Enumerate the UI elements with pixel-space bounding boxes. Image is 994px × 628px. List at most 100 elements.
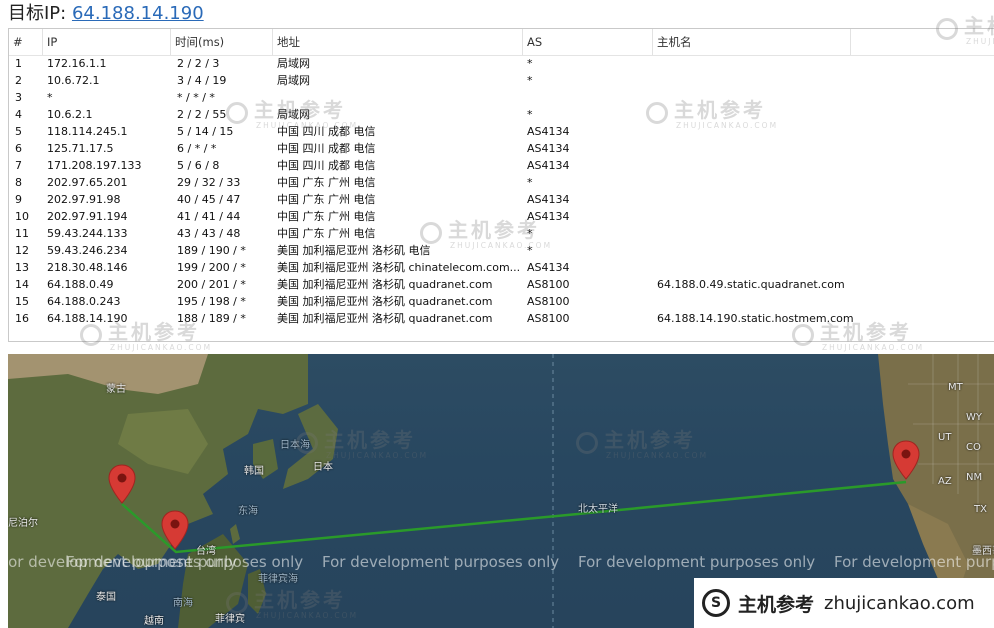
hop-number: 7 — [15, 159, 22, 172]
hop-as: * — [527, 244, 533, 257]
column-header-hostname[interactable]: 主机名 — [653, 29, 851, 55]
table-row[interactable]: 1 172.16.1.1 2 / 2 / 3 局域网 * — [9, 55, 994, 72]
table-row[interactable]: 10 202.97.91.194 41 / 41 / 44 中国 广东 广州 电信 AS… — [9, 208, 994, 225]
hop-number: 15 — [15, 295, 29, 308]
map-pin-chengdu-icon[interactable] — [108, 464, 136, 504]
hop-latency: 188 / 189 / * — [177, 312, 246, 325]
hop-number: 12 — [15, 244, 29, 257]
map-label-korea: 韩国 — [244, 466, 264, 477]
hop-ip: 218.30.48.146 — [47, 261, 128, 274]
table-row[interactable]: 14 64.188.0.49 200 / 201 / * 美国 加利福尼亚州 洛杉矶 … — [9, 276, 994, 293]
hop-number: 16 — [15, 312, 29, 325]
table-row[interactable]: 6 125.71.17.5 6 / * / * 中国 四川 成都 电信 AS4134 — [9, 140, 994, 157]
table-row[interactable]: 4 10.6.2.1 2 / 2 / 55 局域网 * — [9, 106, 994, 123]
column-header-ip[interactable]: IP — [43, 29, 171, 55]
hop-latency: 5 / 14 / 15 — [177, 125, 234, 138]
brand-badge: S 主机参考 zhujicankao.com — [694, 578, 994, 628]
hop-location: 中国 广东 广州 电信 — [277, 210, 376, 223]
map-label-east-sea: 东海 — [238, 506, 258, 517]
map-label-japan-sea: 日本海 — [280, 440, 310, 451]
hop-location: 局域网 — [277, 74, 310, 87]
column-header-address[interactable]: 地址 — [273, 29, 523, 55]
hop-location: 中国 四川 成都 电信 — [277, 125, 376, 138]
map-label-nepal: 尼泊尔 — [8, 518, 38, 529]
table-body: 1 172.16.1.1 2 / 2 / 3 局域网 * 2 10.6.72.1 3 / 4 … — [9, 55, 994, 327]
hop-latency: 2 / 2 / 55 — [177, 108, 227, 121]
dev-notice-3: For development purposes only — [322, 553, 560, 571]
hop-number: 8 — [15, 176, 22, 189]
hop-location: 美国 加利福尼亚州 洛杉矶 chinatelecom.com... — [277, 261, 521, 274]
table-row[interactable]: 16 64.188.14.190 188 / 189 / * 美国 加利福尼亚州 洛杉… — [9, 310, 994, 327]
map-label-japan: 日本 — [313, 462, 333, 473]
map-label-mongolia: 蒙古 — [106, 384, 126, 395]
brand-name: 主机参考 — [738, 593, 815, 616]
hop-ip: 10.6.2.1 — [47, 108, 93, 121]
map-pin-guangzhou-icon[interactable] — [161, 510, 189, 550]
hop-ip: 202.97.91.194 — [47, 210, 128, 223]
map-label-vietnam: 越南 — [144, 616, 164, 627]
hop-as: AS4134 — [527, 159, 570, 172]
hop-ip: 171.208.197.133 — [47, 159, 142, 172]
hop-location: 中国 广东 广州 电信 — [277, 227, 376, 240]
hop-number: 10 — [15, 210, 29, 223]
hop-location: 局域网 — [277, 57, 310, 70]
hop-ip: 125.71.17.5 — [47, 142, 114, 155]
column-header-as[interactable]: AS — [523, 29, 653, 55]
table-row[interactable]: 15 64.188.0.243 195 / 198 / * 美国 加利福尼亚州 洛杉矶… — [9, 293, 994, 310]
hop-number: 1 — [15, 57, 22, 70]
hop-as: * — [527, 227, 533, 240]
table-row[interactable]: 12 59.43.246.234 189 / 190 / * 美国 加利福尼亚州 洛杉… — [9, 242, 994, 259]
table-row[interactable]: 9 202.97.91.98 40 / 45 / 47 中国 广东 广州 电信 AS41… — [9, 191, 994, 208]
hop-number: 2 — [15, 74, 22, 87]
table-row[interactable]: 5 118.114.245.1 5 / 14 / 15 中国 四川 成都 电信 AS41… — [9, 123, 994, 140]
target-ip-link[interactable]: 64.188.14.190 — [72, 3, 204, 24]
hop-location: 美国 加利福尼亚州 洛杉矶 quadranet.com — [277, 278, 493, 291]
hop-location: 美国 加利福尼亚州 洛杉矶 quadranet.com — [277, 295, 493, 308]
hop-as: * — [527, 176, 533, 189]
dev-notice-2: For development purposes only — [66, 553, 304, 571]
route-line — [121, 480, 907, 554]
brand-logo-icon: S — [702, 589, 730, 617]
hop-latency: 200 / 201 / * — [177, 278, 246, 291]
hop-ip: 59.43.244.133 — [47, 227, 128, 240]
hop-as: * — [527, 57, 533, 70]
hop-ip: * — [47, 91, 53, 104]
hop-latency: 29 / 32 / 33 — [177, 176, 241, 189]
hop-as: AS8100 — [527, 312, 570, 325]
table-row[interactable]: 11 59.43.244.133 43 / 43 / 48 中国 广东 广州 电信 * — [9, 225, 994, 242]
target-ip-label: 目标IP: — [8, 3, 67, 24]
hop-as: * — [527, 74, 533, 87]
table-row[interactable]: 13 218.30.48.146 199 / 200 / * 美国 加利福尼亚州 洛杉… — [9, 259, 994, 276]
hop-location: 中国 四川 成都 电信 — [277, 159, 376, 172]
hop-as: * — [527, 108, 533, 121]
table-row[interactable]: 3 * * / * / * — [9, 89, 994, 106]
map-label-south-sea: 南海 — [173, 598, 193, 609]
hop-ip: 202.97.65.201 — [47, 176, 128, 189]
traceroute-table: # IP 时间(ms) 地址 AS 主机名 1 172.16.1.1 2 / 2 /… — [8, 28, 994, 342]
hop-as: AS4134 — [527, 125, 570, 138]
hop-as: AS4134 — [527, 142, 570, 155]
column-header-num[interactable]: # — [9, 29, 43, 55]
hop-number: 14 — [15, 278, 29, 291]
hop-latency: 189 / 190 / * — [177, 244, 246, 257]
hop-ip: 172.16.1.1 — [47, 57, 107, 70]
column-header-time[interactable]: 时间(ms) — [171, 29, 273, 55]
map-label-az: AZ — [938, 476, 952, 487]
table-row[interactable]: 7 171.208.197.133 5 / 6 / 8 中国 四川 成都 电信 AS41… — [9, 157, 994, 174]
hop-hostname: 64.188.0.49.static.quadranet.com — [657, 278, 845, 291]
hop-latency: 195 / 198 / * — [177, 295, 246, 308]
hop-hostname: 64.188.14.190.static.hostmem.com — [657, 312, 854, 325]
map-pin-los-angeles-icon[interactable] — [892, 440, 920, 480]
taiwan-landmass — [230, 524, 240, 544]
hop-number: 5 — [15, 125, 22, 138]
table-row[interactable]: 8 202.97.65.201 29 / 32 / 33 中国 广东 广州 电信 * — [9, 174, 994, 191]
table-row[interactable]: 2 10.6.72.1 3 / 4 / 19 局域网 * — [9, 72, 994, 89]
hop-latency: 5 / 6 / 8 — [177, 159, 220, 172]
hop-as: AS8100 — [527, 278, 570, 291]
hop-location: 中国 广东 广州 电信 — [277, 193, 376, 206]
map-label-tx: TX — [974, 504, 987, 515]
hop-number: 6 — [15, 142, 22, 155]
map-label-wy: WY — [966, 412, 982, 423]
map-label-philippine-sea: 菲律宾海 — [258, 574, 298, 585]
hop-ip: 64.188.0.49 — [47, 278, 114, 291]
